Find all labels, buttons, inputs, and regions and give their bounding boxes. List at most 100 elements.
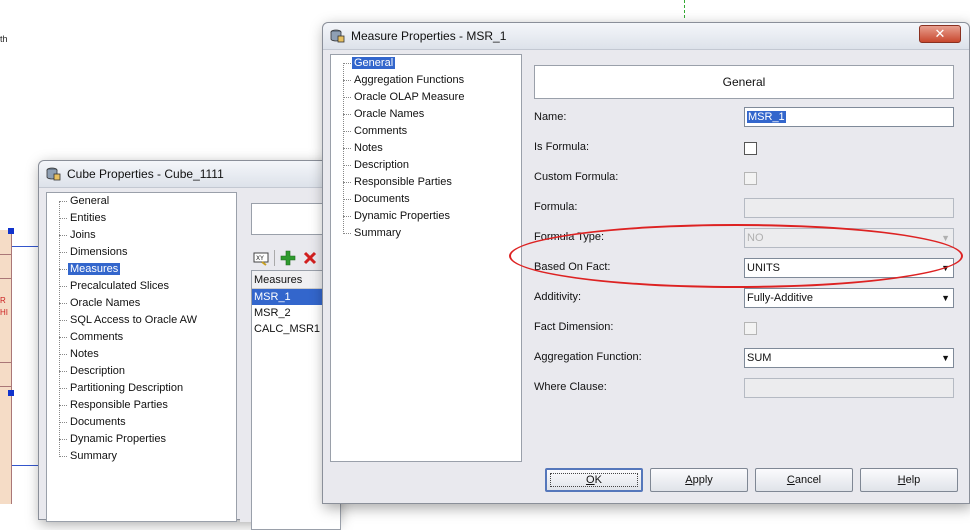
cube-nav-item-label: Dynamic Properties	[70, 433, 166, 445]
toolbar-separator	[274, 250, 275, 266]
measure-nav-item[interactable]: General	[352, 55, 396, 71]
cancel-mnemonic: C	[786, 474, 795, 486]
custom-formula-checkbox[interactable]	[744, 172, 757, 185]
help-label-rest: elp	[905, 474, 921, 486]
cancel-button[interactable]: Cancel	[755, 468, 853, 492]
cube-nav-item-label: Joins	[70, 229, 96, 241]
svg-text:XY: XY	[256, 255, 264, 262]
cube-nav-item[interactable]: Joins	[68, 227, 98, 243]
cube-nav-item-label: Partitioning Description	[70, 382, 184, 394]
measure-nav-item-label: Oracle OLAP Measure	[354, 91, 465, 103]
close-button[interactable]: ✕	[919, 25, 961, 43]
based-on-fact-label: Based On Fact:	[534, 261, 611, 273]
add-icon[interactable]	[279, 249, 297, 267]
name-field[interactable]: MSR_1	[744, 107, 954, 127]
close-icon: ✕	[934, 26, 946, 41]
cube-nav-item-label: Summary	[70, 450, 118, 462]
cube-nav-item[interactable]: Precalculated Slices	[68, 278, 171, 294]
measure-nav-item[interactable]: Documents	[352, 191, 412, 207]
delete-icon[interactable]	[301, 249, 319, 267]
aggregation-function-select[interactable]: SUM ▼	[744, 348, 954, 368]
formula-type-select[interactable]: NO ▼	[744, 228, 954, 248]
chevron-down-icon: ▼	[941, 353, 950, 363]
cube-nav-item-label: Comments	[70, 331, 124, 343]
cube-nav-item-label: Measures	[68, 263, 121, 275]
measure-nav-item-label: Description	[354, 159, 410, 171]
formula-label: Formula:	[534, 201, 578, 213]
measure-nav-item-label: General	[352, 57, 396, 69]
canvas-guide-line	[684, 0, 685, 18]
measure-app-icon	[330, 29, 345, 43]
measure-nav-item[interactable]: Summary	[352, 225, 403, 241]
help-mnemonic: H	[897, 474, 906, 486]
cube-properties-nav-tree: General Entities Joins Dimensions Measures Pr…	[46, 192, 237, 522]
cube-properties-window: Cube Properties - Cube_1111 General Entit…	[38, 160, 341, 530]
measure-nav-item-label: Oracle Names	[354, 108, 425, 120]
cube-nav-item-label: Oracle Names	[70, 297, 141, 309]
cube-nav-item[interactable]: Oracle Names	[68, 295, 142, 311]
cube-nav-item[interactable]: Responsible Parties	[68, 397, 170, 413]
cube-nav-item[interactable]: Comments	[68, 329, 125, 345]
cancel-label-rest: ancel	[794, 474, 822, 486]
cube-nav-item[interactable]: Documents	[68, 414, 128, 430]
diagram-port[interactable]	[8, 228, 14, 234]
cube-nav-item[interactable]: Entities	[68, 210, 108, 226]
ok-mnemonic: O	[586, 474, 595, 486]
diagram-connector	[12, 246, 40, 247]
cube-nav-item[interactable]: Dynamic Properties	[68, 431, 168, 447]
cube-nav-item[interactable]: Partitioning Description	[68, 380, 185, 396]
additivity-select[interactable]: Fully-Additive ▼	[744, 288, 954, 308]
measure-nav-item[interactable]: Description	[352, 157, 411, 173]
cube-nav-item-label: Dimensions	[70, 246, 128, 258]
cube-nav-item-label: Notes	[70, 348, 99, 360]
aggregation-function-label: Aggregation Function:	[534, 351, 642, 363]
cube-nav-item-label: Documents	[70, 416, 126, 428]
ok-button[interactable]: OK	[545, 468, 643, 492]
cube-nav-item[interactable]: SQL Access to Oracle AW	[68, 312, 199, 328]
cube-window-title: Cube Properties - Cube_1111	[67, 167, 224, 181]
cube-nav-item[interactable]: General	[68, 193, 111, 209]
diagram-fragment-text: R	[0, 296, 6, 305]
cube-window-titlebar[interactable]: Cube Properties - Cube_1111	[39, 161, 337, 188]
is-formula-checkbox[interactable]	[744, 142, 757, 155]
measure-nav-item-label: Documents	[354, 193, 410, 205]
measure-nav-item-label: Responsible Parties	[354, 176, 452, 188]
measure-nav-item[interactable]: Oracle Names	[352, 106, 426, 122]
diagram-port[interactable]	[8, 390, 14, 396]
calculator-icon[interactable]: XY	[252, 249, 270, 267]
measure-nav-item-label: Aggregation Functions	[354, 74, 465, 86]
measure-nav-item[interactable]: Comments	[352, 123, 409, 139]
measure-window-titlebar[interactable]: Measure Properties - MSR_1	[323, 23, 969, 50]
cube-app-icon	[46, 167, 61, 181]
cube-nav-item[interactable]: Dimensions	[68, 244, 129, 260]
measure-nav-item[interactable]: Aggregation Functions	[352, 72, 466, 88]
apply-button[interactable]: Apply	[650, 468, 748, 492]
additivity-value: Fully-Additive	[747, 292, 814, 304]
canvas-partial-label: th	[0, 34, 8, 44]
cube-nav-item[interactable]: Description	[68, 363, 127, 379]
cube-nav-item[interactable]: Notes	[68, 346, 101, 362]
based-on-fact-value: UNITS	[747, 262, 780, 274]
diagram-connector	[12, 465, 40, 466]
where-clause-field[interactable]	[744, 378, 954, 398]
measure-nav-item[interactable]: Notes	[352, 140, 385, 156]
cube-nav-item-label: SQL Access to Oracle AW	[70, 314, 197, 326]
measure-nav-item-label: Summary	[354, 227, 402, 239]
based-on-fact-select[interactable]: UNITS ▼	[744, 258, 954, 278]
measure-nav-item[interactable]: Dynamic Properties	[352, 208, 452, 224]
cube-nav-item[interactable]: Measures	[68, 261, 121, 277]
formula-field[interactable]	[744, 198, 954, 218]
aggregation-function-value: SUM	[747, 352, 772, 364]
measures-toolbar: XY	[252, 248, 319, 268]
apply-label-rest: pply	[692, 474, 713, 486]
help-button[interactable]: Help	[860, 468, 958, 492]
measure-nav-item[interactable]: Oracle OLAP Measure	[352, 89, 466, 105]
fact-dimension-checkbox[interactable]	[744, 322, 757, 335]
apply-mnemonic: A	[685, 474, 693, 486]
measure-nav-item-label: Notes	[354, 142, 383, 154]
chevron-down-icon: ▼	[941, 263, 950, 273]
measure-nav-item[interactable]: Responsible Parties	[352, 174, 454, 190]
custom-formula-label: Custom Formula:	[534, 171, 619, 183]
cube-nav-item-label: General	[70, 195, 110, 207]
cube-nav-item[interactable]: Summary	[68, 448, 119, 464]
